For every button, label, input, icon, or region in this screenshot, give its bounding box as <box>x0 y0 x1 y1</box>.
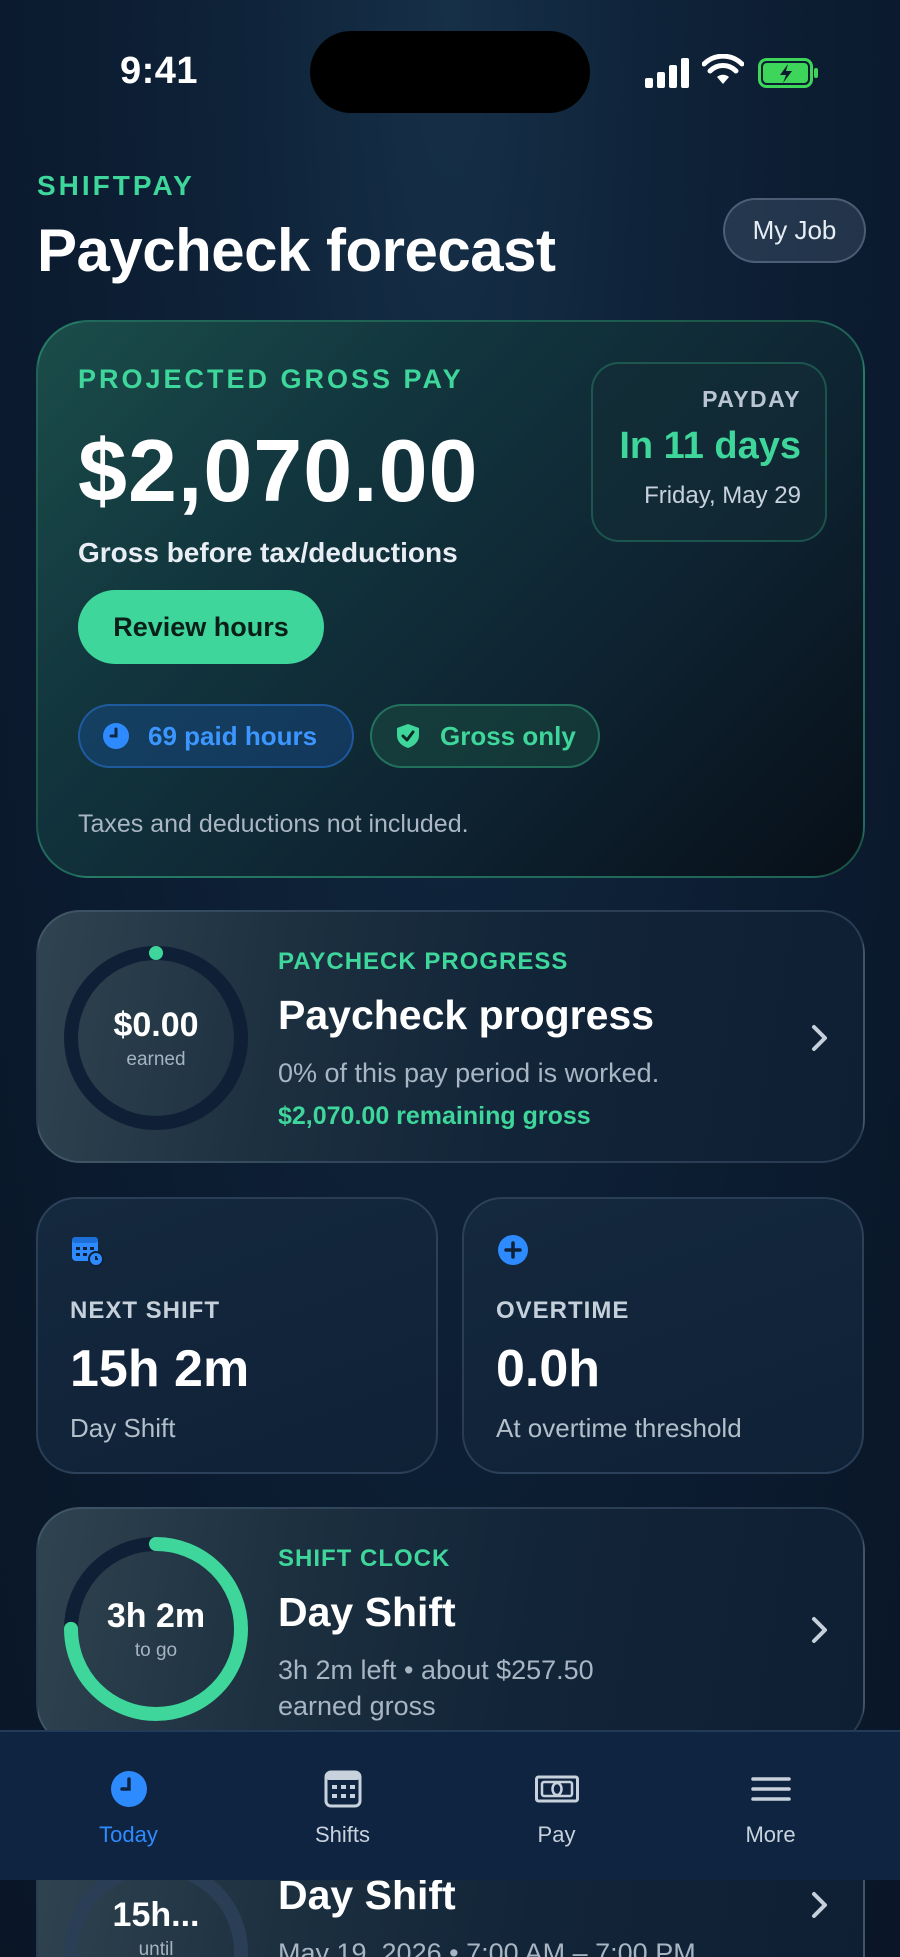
earned-label: earned <box>126 1048 186 1070</box>
my-job-button[interactable]: My Job <box>723 198 866 263</box>
chevron-right-icon <box>812 1892 827 1918</box>
tab-today[interactable]: Today <box>16 1732 241 1882</box>
remaining-gross: $2,070.00 remaining gross <box>278 1102 591 1130</box>
shift-remaining-time: 3h 2m <box>106 1596 206 1635</box>
shift-clock-line1: 3h 2m left • about $257.50 <box>278 1655 594 1685</box>
overtime-value: 0.0h <box>496 1340 601 1398</box>
shift-clock-eyebrow: SHIFT CLOCK <box>278 1545 451 1572</box>
calendar-clock-icon <box>72 1237 104 1267</box>
shift-clock-title: Day Shift <box>278 1589 456 1635</box>
overtime-sub: At overtime threshold <box>496 1413 742 1443</box>
menu-icon <box>750 1777 791 1801</box>
payday-date: Friday, May 29 <box>644 482 801 509</box>
battery-charging-icon <box>758 58 818 88</box>
next-shift-label: NEXT SHIFT <box>70 1297 221 1324</box>
cellular-signal-icon <box>645 58 689 88</box>
upcoming-line: May 19, 2026 • 7:00 AM – 7:00 PM <box>278 1938 696 1957</box>
banknote-icon <box>534 1775 579 1803</box>
wifi-icon <box>702 54 744 84</box>
shift-clock-line2: earned gross <box>278 1691 436 1721</box>
plus-circle-icon <box>498 1235 528 1265</box>
shift-clock-card[interactable]: 3h 2m to go SHIFT CLOCK Day Shift 3h 2m … <box>36 1507 865 1747</box>
app-name: SHIFTPAY <box>37 170 195 201</box>
tab-label: Pay <box>537 1822 576 1847</box>
shift-remaining-label: to go <box>134 1639 178 1661</box>
chevron-right-icon <box>812 1025 827 1051</box>
upcoming-countdown: 15h... <box>112 1896 200 1934</box>
tab-bar: Today Shifts Pay More <box>0 1730 900 1880</box>
paid-hours-text: 69 paid hours <box>148 720 318 751</box>
shield-check-icon <box>397 724 419 748</box>
shift-clock-ring: 3h 2m to go <box>62 1535 250 1723</box>
status-bar: 9:41 <box>0 0 900 140</box>
calendar-icon <box>324 1770 361 1808</box>
payday-box: PAYDAY In 11 days Friday, May 29 <box>591 362 827 542</box>
upcoming-countdown-label: until <box>138 1939 174 1957</box>
progress-ring: $0.00 earned <box>62 944 250 1132</box>
projected-pay-amount: $2,070.00 <box>78 421 479 520</box>
tab-pay[interactable]: Pay <box>444 1732 669 1882</box>
earned-amount: $0.00 <box>113 1005 199 1044</box>
status-time: 9:41 <box>120 50 199 92</box>
next-shift-card[interactable]: NEXT SHIFT 15h 2m Day Shift <box>36 1197 438 1474</box>
progress-eyebrow: PAYCHECK PROGRESS <box>278 948 569 975</box>
progress-title: Paycheck progress <box>278 992 655 1038</box>
gross-only-text: Gross only <box>440 720 576 751</box>
tab-label: More <box>745 1822 796 1847</box>
overtime-label: OVERTIME <box>496 1297 630 1324</box>
tab-shifts[interactable]: Shifts <box>230 1732 455 1882</box>
gross-only-badge: Gross only <box>370 704 600 768</box>
review-hours-button[interactable]: Review hours <box>78 590 324 664</box>
paid-hours-badge: 69 paid hours <box>78 704 354 768</box>
clock-icon <box>110 1771 147 1807</box>
progress-line: 0% of this pay period is worked. <box>278 1058 660 1088</box>
chevron-right-icon <box>812 1617 827 1643</box>
tab-label: Shifts <box>314 1822 371 1847</box>
projected-pay-label: PROJECTED GROSS PAY <box>78 364 464 394</box>
next-shift-name: Day Shift <box>70 1413 176 1443</box>
tab-label: Today <box>99 1822 158 1847</box>
tab-more[interactable]: More <box>658 1732 883 1882</box>
payday-label: PAYDAY <box>702 386 801 412</box>
next-shift-value: 15h 2m <box>70 1340 250 1398</box>
overtime-card[interactable]: OVERTIME 0.0h At overtime threshold <box>462 1197 864 1474</box>
gross-subtitle: Gross before tax/deductions <box>78 537 458 568</box>
clock-icon <box>103 723 129 749</box>
tax-note: Taxes and deductions not included. <box>78 810 469 838</box>
dynamic-island <box>310 31 590 113</box>
paycheck-progress-card[interactable]: $0.00 earned PAYCHECK PROGRESS Paycheck … <box>36 910 865 1163</box>
payday-countdown: In 11 days <box>619 425 801 467</box>
projected-pay-card: PROJECTED GROSS PAY $2,070.00 Gross befo… <box>36 320 865 878</box>
